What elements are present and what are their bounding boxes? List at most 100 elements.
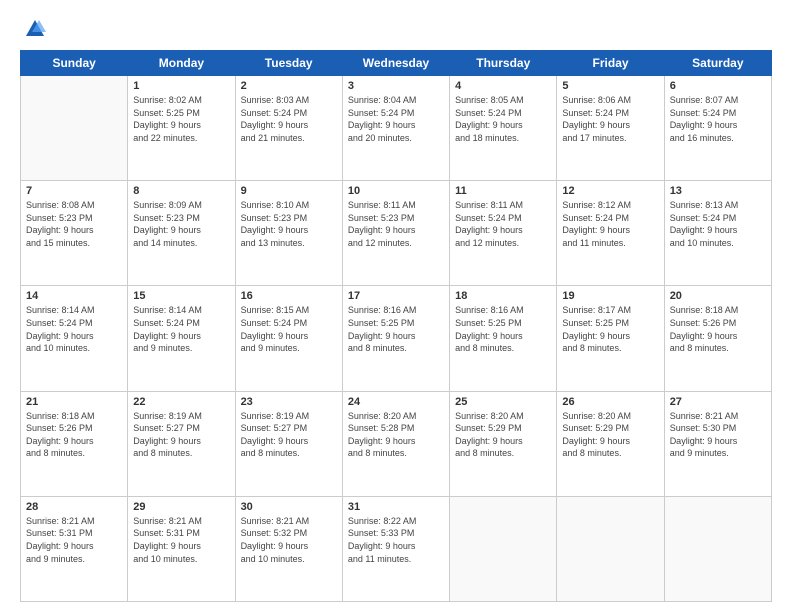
calendar-cell: 31 Sunrise: 8:22 AM Sunset: 5:33 PM Dayli… (342, 496, 449, 601)
calendar-cell: 14 Sunrise: 8:14 AM Sunset: 5:24 PM Dayli… (21, 286, 128, 391)
day-info: Sunrise: 8:14 AM Sunset: 5:24 PM Dayligh… (26, 304, 122, 354)
day-info: Sunrise: 8:13 AM Sunset: 5:24 PM Dayligh… (670, 199, 766, 249)
day-info: Sunrise: 8:14 AM Sunset: 5:24 PM Dayligh… (133, 304, 229, 354)
day-number: 22 (133, 396, 229, 408)
day-number: 14 (26, 290, 122, 302)
day-info: Sunrise: 8:16 AM Sunset: 5:25 PM Dayligh… (455, 304, 551, 354)
day-number: 23 (241, 396, 337, 408)
day-header-thursday: Thursday (450, 51, 557, 76)
day-number: 6 (670, 80, 766, 92)
day-number: 7 (26, 185, 122, 197)
day-header-wednesday: Wednesday (342, 51, 449, 76)
calendar-cell: 21Sunrise: 8:18 AM Sunset: 5:26 PM Dayli… (21, 391, 128, 496)
page: SundayMondayTuesdayWednesdayThursdayFrid… (0, 0, 792, 612)
day-number: 28 (26, 501, 122, 513)
calendar-cell: 20Sunrise: 8:18 AM Sunset: 5:26 PM Dayli… (664, 286, 771, 391)
day-info: Sunrise: 8:20 AM Sunset: 5:29 PM Dayligh… (455, 410, 551, 460)
day-info: Sunrise: 8:21 AM Sunset: 5:30 PM Dayligh… (670, 410, 766, 460)
calendar-cell: 2 Sunrise: 8:03 AM Sunset: 5:24 PM Daylig… (235, 76, 342, 181)
day-info: Sunrise: 8:05 AM Sunset: 5:24 PM Dayligh… (455, 94, 551, 144)
day-number: 12 (562, 185, 658, 197)
calendar-week-row: 21Sunrise: 8:18 AM Sunset: 5:26 PM Dayli… (21, 391, 772, 496)
day-number: 11 (455, 185, 551, 197)
day-header-saturday: Saturday (664, 51, 771, 76)
day-number: 3 (348, 80, 444, 92)
day-info: Sunrise: 8:22 AM Sunset: 5:33 PM Dayligh… (348, 515, 444, 565)
day-info: Sunrise: 8:17 AM Sunset: 5:25 PM Dayligh… (562, 304, 658, 354)
day-info: Sunrise: 8:11 AM Sunset: 5:23 PM Dayligh… (348, 199, 444, 249)
day-number: 21 (26, 396, 122, 408)
calendar-cell: 12 Sunrise: 8:12 AM Sunset: 5:24 PM Dayli… (557, 181, 664, 286)
day-number: 30 (241, 501, 337, 513)
calendar-cell: 18 Sunrise: 8:16 AM Sunset: 5:25 PM Dayli… (450, 286, 557, 391)
calendar-cell: 6 Sunrise: 8:07 AM Sunset: 5:24 PM Daylig… (664, 76, 771, 181)
calendar-cell: 22 Sunrise: 8:19 AM Sunset: 5:27 PM Dayli… (128, 391, 235, 496)
day-number: 18 (455, 290, 551, 302)
calendar-cell: 30 Sunrise: 8:21 AM Sunset: 5:32 PM Dayli… (235, 496, 342, 601)
calendar-cell: 7 Sunrise: 8:08 AM Sunset: 5:23 PM Daylig… (21, 181, 128, 286)
calendar-cell: 11Sunrise: 8:11 AM Sunset: 5:24 PM Dayli… (450, 181, 557, 286)
calendar-week-row: 7 Sunrise: 8:08 AM Sunset: 5:23 PM Daylig… (21, 181, 772, 286)
logo-icon (24, 18, 46, 40)
day-info: Sunrise: 8:03 AM Sunset: 5:24 PM Dayligh… (241, 94, 337, 144)
day-number: 20 (670, 290, 766, 302)
calendar-table: SundayMondayTuesdayWednesdayThursdayFrid… (20, 50, 772, 602)
day-number: 15 (133, 290, 229, 302)
day-number: 27 (670, 396, 766, 408)
day-info: Sunrise: 8:21 AM Sunset: 5:31 PM Dayligh… (133, 515, 229, 565)
day-info: Sunrise: 8:10 AM Sunset: 5:23 PM Dayligh… (241, 199, 337, 249)
calendar-cell: 28 Sunrise: 8:21 AM Sunset: 5:31 PM Dayli… (21, 496, 128, 601)
day-number: 2 (241, 80, 337, 92)
calendar-cell: 27 Sunrise: 8:21 AM Sunset: 5:30 PM Dayli… (664, 391, 771, 496)
day-number: 25 (455, 396, 551, 408)
day-info: Sunrise: 8:20 AM Sunset: 5:29 PM Dayligh… (562, 410, 658, 460)
day-header-monday: Monday (128, 51, 235, 76)
day-info: Sunrise: 8:02 AM Sunset: 5:25 PM Dayligh… (133, 94, 229, 144)
day-info: Sunrise: 8:09 AM Sunset: 5:23 PM Dayligh… (133, 199, 229, 249)
calendar-week-row: 28 Sunrise: 8:21 AM Sunset: 5:31 PM Dayli… (21, 496, 772, 601)
calendar-cell: 15 Sunrise: 8:14 AM Sunset: 5:24 PM Dayli… (128, 286, 235, 391)
header (20, 18, 772, 40)
calendar-cell: 25 Sunrise: 8:20 AM Sunset: 5:29 PM Dayli… (450, 391, 557, 496)
calendar-cell: 19Sunrise: 8:17 AM Sunset: 5:25 PM Dayli… (557, 286, 664, 391)
day-info: Sunrise: 8:21 AM Sunset: 5:31 PM Dayligh… (26, 515, 122, 565)
calendar-cell: 4 Sunrise: 8:05 AM Sunset: 5:24 PM Daylig… (450, 76, 557, 181)
day-number: 26 (562, 396, 658, 408)
day-number: 4 (455, 80, 551, 92)
calendar-cell: 3Sunrise: 8:04 AM Sunset: 5:24 PM Daylig… (342, 76, 449, 181)
day-number: 16 (241, 290, 337, 302)
day-header-friday: Friday (557, 51, 664, 76)
day-info: Sunrise: 8:12 AM Sunset: 5:24 PM Dayligh… (562, 199, 658, 249)
day-number: 1 (133, 80, 229, 92)
calendar-week-row: 1 Sunrise: 8:02 AM Sunset: 5:25 PM Daylig… (21, 76, 772, 181)
day-info: Sunrise: 8:15 AM Sunset: 5:24 PM Dayligh… (241, 304, 337, 354)
day-number: 10 (348, 185, 444, 197)
calendar-cell: 10 Sunrise: 8:11 AM Sunset: 5:23 PM Dayli… (342, 181, 449, 286)
calendar-cell: 16 Sunrise: 8:15 AM Sunset: 5:24 PM Dayli… (235, 286, 342, 391)
day-number: 9 (241, 185, 337, 197)
calendar-cell (450, 496, 557, 601)
day-number: 13 (670, 185, 766, 197)
day-number: 31 (348, 501, 444, 513)
day-number: 29 (133, 501, 229, 513)
calendar-cell (664, 496, 771, 601)
day-number: 5 (562, 80, 658, 92)
day-header-sunday: Sunday (21, 51, 128, 76)
calendar-cell: 17Sunrise: 8:16 AM Sunset: 5:25 PM Dayli… (342, 286, 449, 391)
day-info: Sunrise: 8:07 AM Sunset: 5:24 PM Dayligh… (670, 94, 766, 144)
day-info: Sunrise: 8:08 AM Sunset: 5:23 PM Dayligh… (26, 199, 122, 249)
calendar-cell (557, 496, 664, 601)
calendar-cell: 26 Sunrise: 8:20 AM Sunset: 5:29 PM Dayli… (557, 391, 664, 496)
calendar-cell: 9 Sunrise: 8:10 AM Sunset: 5:23 PM Daylig… (235, 181, 342, 286)
day-info: Sunrise: 8:16 AM Sunset: 5:25 PM Dayligh… (348, 304, 444, 354)
calendar-cell: 23Sunrise: 8:19 AM Sunset: 5:27 PM Dayli… (235, 391, 342, 496)
calendar-header-row: SundayMondayTuesdayWednesdayThursdayFrid… (21, 51, 772, 76)
day-number: 8 (133, 185, 229, 197)
day-info: Sunrise: 8:19 AM Sunset: 5:27 PM Dayligh… (133, 410, 229, 460)
day-info: Sunrise: 8:21 AM Sunset: 5:32 PM Dayligh… (241, 515, 337, 565)
calendar-cell: 1 Sunrise: 8:02 AM Sunset: 5:25 PM Daylig… (128, 76, 235, 181)
day-info: Sunrise: 8:06 AM Sunset: 5:24 PM Dayligh… (562, 94, 658, 144)
day-number: 24 (348, 396, 444, 408)
calendar-week-row: 14 Sunrise: 8:14 AM Sunset: 5:24 PM Dayli… (21, 286, 772, 391)
logo (20, 18, 46, 40)
